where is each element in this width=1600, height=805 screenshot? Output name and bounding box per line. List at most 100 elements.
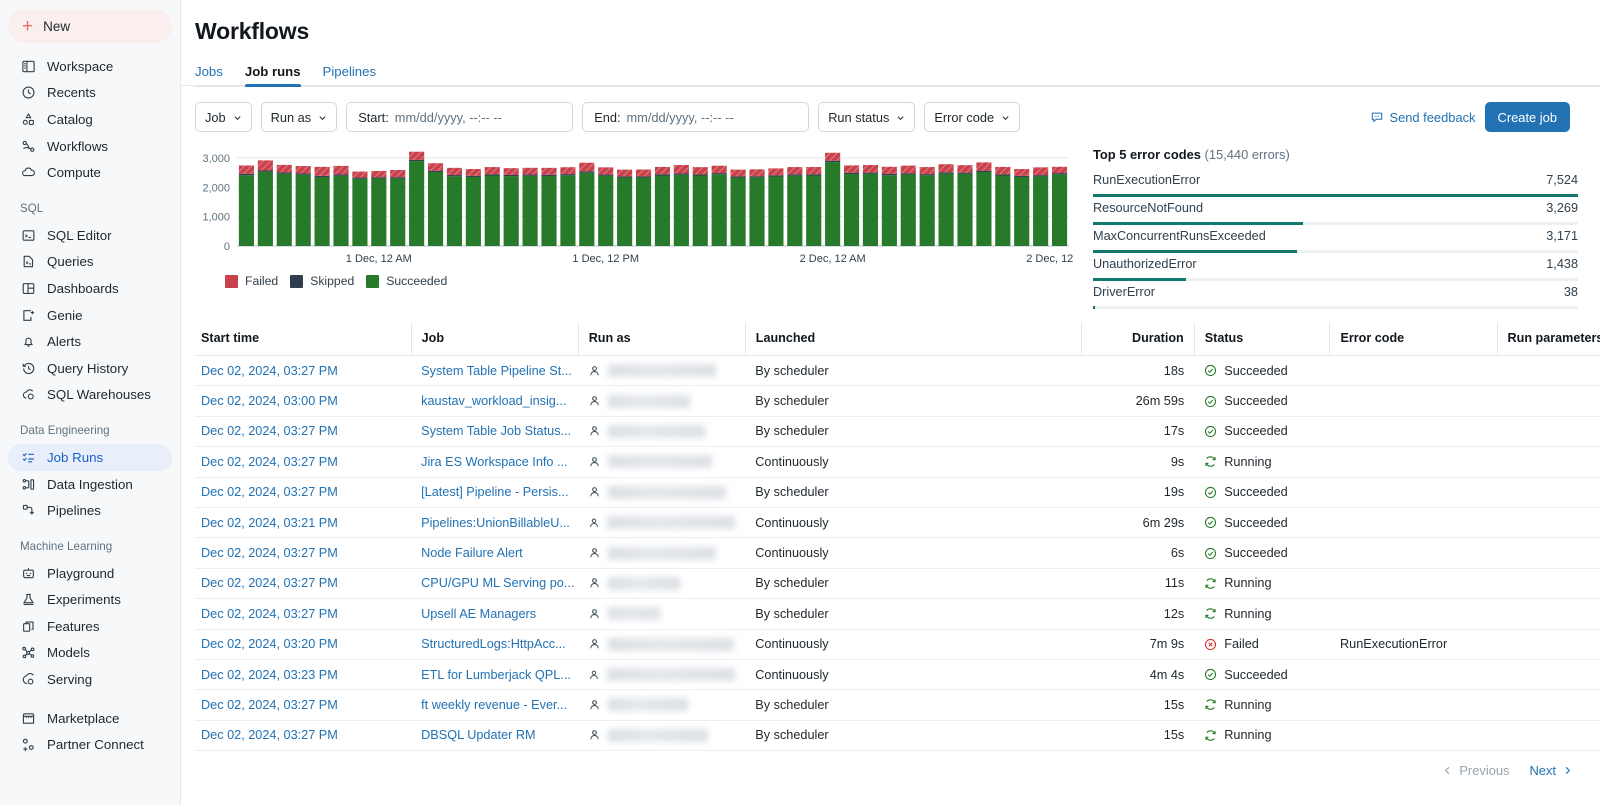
bar-segment-failed[interactable] <box>579 163 594 172</box>
bar-segment-skipped[interactable] <box>712 173 727 174</box>
bar-segment-succeeded[interactable] <box>920 175 935 246</box>
sidebar-item-genie[interactable]: Genie <box>8 302 172 329</box>
start-time-link[interactable]: Dec 02, 2024, 03:27 PM <box>201 455 338 469</box>
bar-segment-failed[interactable] <box>693 167 708 174</box>
bar-segment-succeeded[interactable] <box>315 177 330 246</box>
bar-segment-skipped[interactable] <box>466 176 481 177</box>
column-header-launched[interactable]: Launched <box>745 322 1081 356</box>
start-time-link[interactable]: Dec 02, 2024, 03:27 PM <box>201 576 338 590</box>
bar-segment-skipped[interactable] <box>863 173 878 174</box>
bar-segment-failed[interactable] <box>1033 167 1048 175</box>
bar-segment-failed[interactable] <box>806 167 821 174</box>
bar-segment-succeeded[interactable] <box>277 174 292 246</box>
bar-segment-failed[interactable] <box>787 167 802 174</box>
bar-segment-failed[interactable] <box>296 166 311 173</box>
start-time-link[interactable]: Dec 02, 2024, 03:27 PM <box>201 698 338 712</box>
bar-segment-succeeded[interactable] <box>296 175 311 246</box>
cell-job[interactable]: System Table Job Status... <box>411 416 578 446</box>
bar-segment-skipped[interactable] <box>995 174 1010 175</box>
bar-segment-succeeded[interactable] <box>693 176 708 247</box>
bar-segment-skipped[interactable] <box>390 177 405 178</box>
bar-segment-skipped[interactable] <box>485 174 500 175</box>
run-as-filter-dropdown[interactable]: Run as <box>261 102 338 132</box>
cell-start-time[interactable]: Dec 02, 2024, 03:27 PM <box>195 477 411 507</box>
cell-job[interactable]: kaustav_workload_insig... <box>411 386 578 416</box>
cell-job[interactable]: Pipelines:UnionBillableU... <box>411 507 578 537</box>
bar-segment-skipped[interactable] <box>523 175 538 176</box>
job-link[interactable]: ft weekly revenue - Ever... <box>421 698 567 712</box>
job-link[interactable]: StructuredLogs:HttpAcc... <box>421 637 566 651</box>
bar-segment-failed[interactable] <box>277 165 292 172</box>
table-row[interactable]: Dec 02, 2024, 03:27 PMSystem Table Pipel… <box>195 356 1600 386</box>
sidebar-item-alerts[interactable]: Alerts <box>8 328 172 355</box>
bar-segment-failed[interactable] <box>920 167 935 174</box>
bar-segment-failed[interactable] <box>560 167 575 174</box>
table-row[interactable]: Dec 02, 2024, 03:27 PM ft weekly revenue … <box>195 690 1600 720</box>
next-page-button[interactable]: Next <box>1529 763 1572 778</box>
bar-segment-skipped[interactable] <box>920 174 935 175</box>
job-link[interactable]: CPU/GPU ML Serving po... <box>421 576 574 590</box>
job-link[interactable]: System Table Job Status... <box>421 424 571 438</box>
job-runs-bar-chart[interactable]: 01,0002,0003,0001 Dec, 12 AM1 Dec, 12 PM… <box>195 144 1075 268</box>
bar-segment-skipped[interactable] <box>598 175 613 176</box>
table-row[interactable]: Dec 02, 2024, 03:27 PMDBSQL Updater RMBy… <box>195 720 1600 750</box>
cell-start-time[interactable]: Dec 02, 2024, 03:27 PM <box>195 599 411 629</box>
sidebar-item-pipelines[interactable]: Pipelines <box>8 497 172 524</box>
cell-start-time[interactable]: Dec 02, 2024, 03:27 PM <box>195 538 411 568</box>
sidebar-item-query-history[interactable]: Query History <box>8 355 172 382</box>
cell-job[interactable]: [Latest] Pipeline - Persis... <box>411 477 578 507</box>
bar-segment-succeeded[interactable] <box>447 176 462 246</box>
start-time-link[interactable]: Dec 02, 2024, 03:27 PM <box>201 607 338 621</box>
bar-segment-failed[interactable] <box>844 165 859 172</box>
bar-segment-skipped[interactable] <box>806 174 821 175</box>
sidebar-item-marketplace[interactable]: Marketplace <box>8 705 172 732</box>
bar-segment-skipped[interactable] <box>636 176 651 177</box>
tab-pipelines[interactable]: Pipelines <box>323 64 377 86</box>
sidebar-item-features[interactable]: Features <box>8 613 172 640</box>
legend-item-failed[interactable]: Failed <box>225 274 278 288</box>
start-time-link[interactable]: Dec 02, 2024, 03:20 PM <box>201 637 338 651</box>
job-link[interactable]: kaustav_workload_insig... <box>421 394 566 408</box>
error-code-row[interactable]: MaxConcurrentRunsExceeded3,171 <box>1093 225 1578 253</box>
bar-segment-skipped[interactable] <box>352 178 367 179</box>
table-row[interactable]: Dec 02, 2024, 03:27 PM[Latest] Pipeline … <box>195 477 1600 507</box>
bar-segment-failed[interactable] <box>447 168 462 175</box>
bar-segment-succeeded[interactable] <box>995 176 1010 247</box>
bar-segment-failed[interactable] <box>901 166 916 174</box>
bar-segment-failed[interactable] <box>995 167 1010 174</box>
column-header-status[interactable]: Status <box>1194 322 1330 356</box>
job-link[interactable]: Jira ES Workspace Info ... <box>421 455 567 469</box>
start-time-link[interactable]: Dec 02, 2024, 03:23 PM <box>201 668 338 682</box>
column-header-run-as[interactable]: Run as <box>578 322 745 356</box>
bar-segment-succeeded[interactable] <box>239 175 254 246</box>
start-date-input[interactable]: Start: mm/dd/yyyy, --:-- -- <box>346 102 573 132</box>
bar-segment-skipped[interactable] <box>371 177 386 178</box>
bar-segment-succeeded[interactable] <box>466 177 481 246</box>
cell-start-time[interactable]: Dec 02, 2024, 03:27 PM <box>195 690 411 720</box>
bar-segment-succeeded[interactable] <box>428 172 443 246</box>
bar-segment-failed[interactable] <box>1052 167 1067 173</box>
start-time-link[interactable]: Dec 02, 2024, 03:27 PM <box>201 546 338 560</box>
start-time-link[interactable]: Dec 02, 2024, 03:27 PM <box>201 424 338 438</box>
new-button[interactable]: + New <box>8 9 172 43</box>
bar-segment-succeeded[interactable] <box>674 175 689 246</box>
error-code-row[interactable]: ResourceNotFound3,269 <box>1093 197 1578 225</box>
bar-segment-skipped[interactable] <box>617 176 632 177</box>
legend-item-succeeded[interactable]: Succeeded <box>366 274 447 288</box>
sidebar-item-data-ingestion[interactable]: Data Ingestion <box>8 471 172 498</box>
bar-segment-failed[interactable] <box>428 163 443 170</box>
bar-segment-succeeded[interactable] <box>882 175 897 246</box>
cell-start-time[interactable]: Dec 02, 2024, 03:21 PM <box>195 507 411 537</box>
cell-start-time[interactable]: Dec 02, 2024, 03:27 PM <box>195 720 411 750</box>
bar-segment-failed[interactable] <box>352 172 367 178</box>
bar-segment-succeeded[interactable] <box>731 178 746 246</box>
bar-segment-failed[interactable] <box>333 166 348 175</box>
cell-start-time[interactable]: Dec 02, 2024, 03:27 PM <box>195 356 411 386</box>
bar-segment-succeeded[interactable] <box>333 176 348 246</box>
bar-segment-succeeded[interactable] <box>768 177 783 246</box>
bar-segment-skipped[interactable] <box>541 175 556 176</box>
bar-segment-skipped[interactable] <box>749 176 764 177</box>
cell-start-time[interactable]: Dec 02, 2024, 03:23 PM <box>195 659 411 689</box>
job-link[interactable]: DBSQL Updater RM <box>421 728 535 742</box>
bar-segment-succeeded[interactable] <box>617 178 632 246</box>
